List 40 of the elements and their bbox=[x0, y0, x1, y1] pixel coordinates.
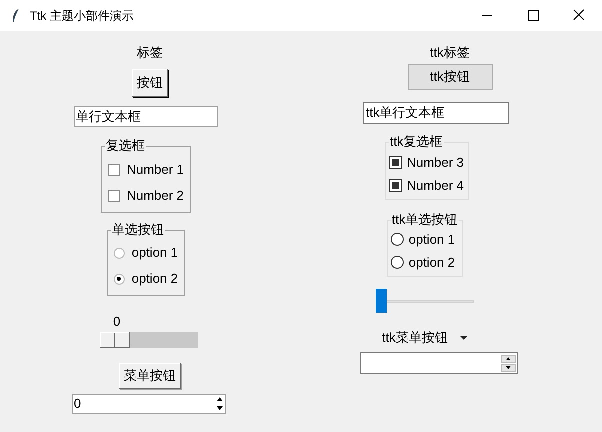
spin-down-button[interactable] bbox=[501, 364, 516, 372]
checkbox[interactable] bbox=[108, 164, 120, 176]
radio-button[interactable] bbox=[114, 248, 125, 258]
feather-icon bbox=[12, 8, 20, 22]
text-field[interactable]: ttk单行文本框 bbox=[363, 102, 509, 124]
frame-title: 复选框 bbox=[104, 138, 146, 154]
slider-thumb[interactable] bbox=[376, 289, 387, 313]
window-title: Ttk 主题小部件演示 bbox=[30, 8, 134, 24]
spin-up-icon[interactable] bbox=[215, 395, 225, 404]
checkbox[interactable] bbox=[108, 190, 120, 202]
text-field[interactable]: 单行文本框 bbox=[74, 106, 218, 127]
caret-icon bbox=[460, 336, 468, 340]
label-text: 标签 bbox=[137, 44, 163, 61]
option-label: Number 4 bbox=[406, 176, 464, 195]
spinbox-field[interactable] bbox=[360, 352, 518, 374]
frame-title: ttk单选按钮 bbox=[390, 212, 459, 228]
checkbox[interactable] bbox=[388, 156, 402, 169]
spin-up-button[interactable] bbox=[501, 354, 516, 362]
option-label: option 1 bbox=[408, 230, 456, 249]
push-button[interactable]: 按钮 bbox=[132, 69, 168, 97]
radio-button[interactable] bbox=[390, 233, 404, 246]
scale-value: 0 bbox=[113, 313, 121, 328]
option-label: Number 1 bbox=[126, 161, 184, 180]
option-label: option 2 bbox=[408, 254, 456, 272]
option-label: option 2 bbox=[132, 270, 178, 288]
push-button[interactable]: ttk按钮 bbox=[408, 64, 492, 90]
checkbox[interactable] bbox=[388, 179, 402, 192]
frame-title: 单选按钮 bbox=[110, 222, 165, 238]
spinbox-input[interactable]: 0 bbox=[73, 395, 215, 413]
frame-title: ttk复选框 bbox=[388, 134, 444, 150]
option-label: Number 2 bbox=[126, 187, 184, 206]
option-label: option 1 bbox=[132, 244, 178, 262]
menu-button[interactable]: 菜单按钮 bbox=[119, 363, 181, 389]
spinbox-field[interactable]: 0 bbox=[72, 394, 226, 414]
radio-button[interactable] bbox=[390, 256, 404, 269]
option-label: Number 3 bbox=[406, 154, 464, 172]
label-text: ttk标签 bbox=[430, 44, 470, 61]
spin-down-icon[interactable] bbox=[215, 404, 225, 413]
slider-handle[interactable] bbox=[100, 332, 130, 348]
radio-button[interactable] bbox=[114, 274, 125, 284]
